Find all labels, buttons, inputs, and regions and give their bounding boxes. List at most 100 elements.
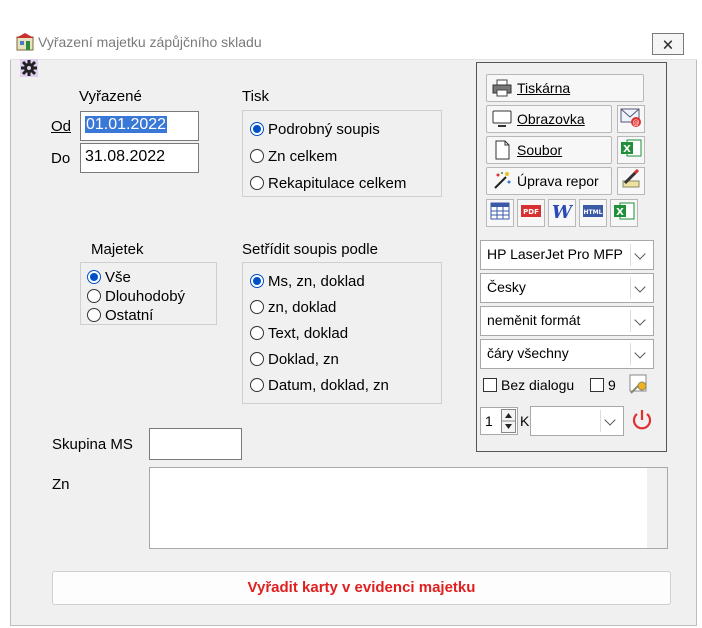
from-date-value: 01.01.2022 xyxy=(85,116,168,133)
date-range-heading: Vyřazené xyxy=(79,88,142,105)
grid-icon xyxy=(490,202,510,224)
radio-icon xyxy=(250,149,264,163)
screen-button[interactable]: Obrazovka xyxy=(486,105,612,133)
excel-export-button[interactable]: X xyxy=(617,136,645,164)
svg-text:PDF: PDF xyxy=(523,208,539,216)
printer-icon xyxy=(491,79,513,97)
printer-select[interactable]: HP LaserJet Pro MFP xyxy=(480,240,654,270)
pdf-icon: PDF xyxy=(520,202,542,224)
asset-type-option-other[interactable]: Ostatní xyxy=(87,303,153,327)
printer-button[interactable]: Tiskárna xyxy=(486,74,644,102)
write-off-assets-button[interactable]: Vyřadit karty v evidenci majetku xyxy=(52,571,671,605)
monitor-icon xyxy=(491,110,513,128)
radio-icon xyxy=(250,176,264,190)
close-button[interactable]: 🗙 xyxy=(652,33,684,55)
chevron-down-icon xyxy=(630,277,651,299)
email-button[interactable]: @ xyxy=(617,105,645,133)
pdf-export-button[interactable]: PDF xyxy=(517,199,545,227)
print-mode-option-label: Rekapitulace celkem xyxy=(268,174,407,192)
radio-selected-icon xyxy=(87,270,101,284)
chevron-down-icon xyxy=(600,410,621,432)
html-export-button[interactable]: HTML xyxy=(579,199,607,227)
k-select[interactable] xyxy=(530,406,624,436)
sort-option-date-doc-zn[interactable]: Datum, doklad, zn xyxy=(250,373,389,397)
sort-option-label: Text, doklad xyxy=(268,324,349,342)
chevron-down-icon xyxy=(630,244,651,266)
radio-icon xyxy=(250,300,264,314)
chevron-down-icon xyxy=(630,310,651,332)
scrollbar-track[interactable] xyxy=(647,468,667,548)
k-label: K xyxy=(520,413,530,429)
html-icon: HTML xyxy=(582,202,604,224)
radio-icon xyxy=(250,352,264,366)
radio-icon xyxy=(87,289,101,303)
asset-type-option-label: Ostatní xyxy=(105,306,154,324)
radio-selected-icon xyxy=(250,274,264,288)
excel-export-button-2[interactable]: X xyxy=(610,199,638,227)
close-icon: 🗙 xyxy=(663,36,673,51)
zn-label: Zn xyxy=(52,476,70,493)
asset-type-group: Vše Dlouhodobý Ostatní xyxy=(80,262,217,325)
print-mode-heading: Tisk xyxy=(242,88,269,105)
print-mode-option-recap[interactable]: Rekapitulace celkem xyxy=(250,171,406,195)
from-date-input[interactable]: 01.01.2022 xyxy=(80,111,199,141)
svg-text:X: X xyxy=(623,144,631,155)
magic-wand-icon xyxy=(491,172,513,190)
radio-icon xyxy=(250,326,264,340)
svg-text:X: X xyxy=(616,207,624,218)
radio-selected-icon xyxy=(250,122,264,136)
report-designer-button[interactable] xyxy=(617,167,645,195)
app-icon xyxy=(16,33,34,51)
word-icon: W xyxy=(551,201,574,225)
to-date-value: 31.08.2022 xyxy=(85,148,166,165)
print-mode-option-zn-total[interactable]: Zn celkem xyxy=(250,144,337,168)
checkbox-icon xyxy=(483,378,497,392)
sort-option-label: Ms, zn, doklad xyxy=(268,272,365,290)
nine-checkbox[interactable]: 9 xyxy=(590,377,616,393)
file-button[interactable]: Soubor xyxy=(486,136,612,164)
svg-text:W: W xyxy=(552,202,573,221)
sort-group: Ms, zn, doklad zn, doklad Text, doklad D… xyxy=(242,262,442,404)
sort-option-zn-doc[interactable]: zn, doklad xyxy=(250,295,336,319)
sort-option-label: Datum, doklad, zn xyxy=(268,376,389,394)
print-mode-group: Podrobný soupis Zn celkem Rekapitulace c… xyxy=(242,110,442,197)
zn-textarea[interactable] xyxy=(149,467,668,549)
power-icon[interactable] xyxy=(630,408,654,432)
asset-type-option-label: Dlouhodobý xyxy=(105,287,186,305)
copies-spinner[interactable]: 1 xyxy=(480,407,518,435)
from-label: Od xyxy=(51,118,72,135)
pencil-ruler-icon xyxy=(620,168,642,193)
print-mode-option-label: Podrobný soupis xyxy=(268,120,380,138)
radio-icon xyxy=(250,378,264,392)
lines-select[interactable]: čáry všechny xyxy=(480,339,654,369)
email-icon: @ xyxy=(620,107,642,131)
window-title: Vyřazení majetku zápůjčního skladu xyxy=(38,34,262,50)
format-select[interactable]: neměnit formát xyxy=(480,306,654,336)
print-mode-option-label: Zn celkem xyxy=(268,147,338,165)
checkbox-icon xyxy=(590,378,604,392)
word-export-button[interactable]: W xyxy=(548,199,576,227)
print-mode-option-detailed[interactable]: Podrobný soupis xyxy=(250,117,380,141)
asset-type-heading: Majetek xyxy=(91,241,144,258)
spinner-arrows-icon[interactable] xyxy=(501,409,516,433)
excel-icon: X xyxy=(620,138,642,162)
sort-option-text-doc[interactable]: Text, doklad xyxy=(250,321,348,345)
chevron-down-icon xyxy=(630,343,651,365)
sort-option-label: zn, doklad xyxy=(268,298,337,316)
edit-report-button[interactable]: Úprava repor xyxy=(486,167,612,195)
sort-option-ms-zn-doc[interactable]: Ms, zn, doklad xyxy=(250,269,365,293)
excel-icon: X xyxy=(613,201,635,225)
key-settings-icon[interactable] xyxy=(628,373,652,395)
language-select[interactable]: Česky xyxy=(480,273,654,303)
grid-export-button[interactable] xyxy=(486,199,514,227)
sort-option-label: Doklad, zn xyxy=(268,350,339,368)
svg-text:@: @ xyxy=(633,119,640,127)
sort-option-doc-zn[interactable]: Doklad, zn xyxy=(250,347,339,371)
radio-icon xyxy=(87,308,101,322)
group-ms-input[interactable] xyxy=(149,428,242,460)
gear-icon[interactable] xyxy=(20,59,38,77)
sort-heading: Setřídit soupis podle xyxy=(242,241,378,258)
no-dialog-checkbox[interactable]: Bez dialogu xyxy=(483,377,574,393)
document-icon xyxy=(491,140,513,160)
to-date-input[interactable]: 31.08.2022 xyxy=(80,143,199,173)
